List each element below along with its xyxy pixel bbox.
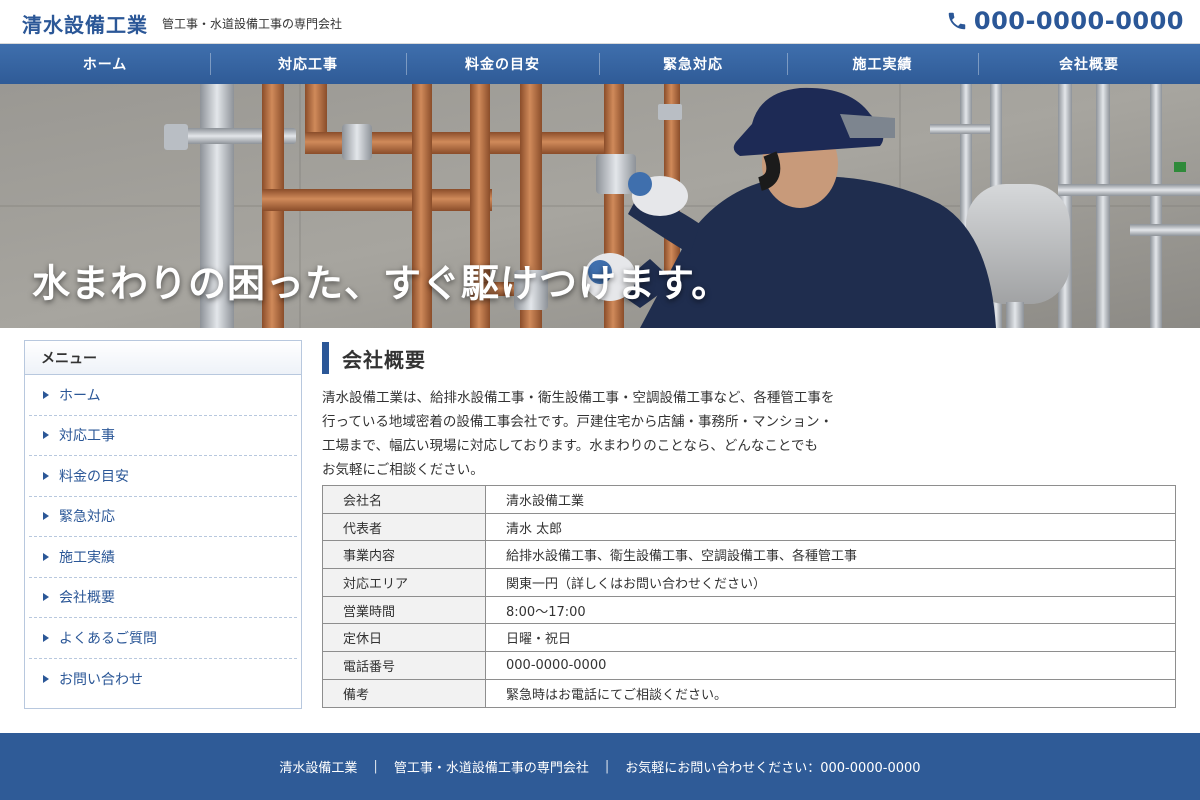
sidebar-menu: メニュー ホーム 対応工事 料金の目安 緊急対応 施工実績 会社概要 よくあるご… <box>24 340 302 709</box>
sidebar-item-pricing[interactable]: 料金の目安 <box>29 456 297 497</box>
header-phone-number[interactable]: 000-0000-0000 <box>974 7 1184 35</box>
sidebar-item-services[interactable]: 対応工事 <box>29 416 297 456</box>
table-value: 緊急時はお電話にてご相談ください。 <box>485 678 1176 708</box>
table-label: 営業時間 <box>322 595 486 625</box>
nav-item-pricing[interactable]: 料金の目安 <box>406 44 599 84</box>
intro-line: 工場まで、幅広い現場に対応しております。水まわりのことなら、どんなことでも <box>322 438 818 454</box>
sidebar-item-emergency[interactable]: 緊急対応 <box>29 497 297 537</box>
triangle-right-icon <box>43 431 49 440</box>
intro-line: 行っている地域密着の設備工事会社です。戸建住宅から店舗・事務所・マンション・ <box>322 414 833 430</box>
phone-icon <box>948 12 966 30</box>
sidebar-list: ホーム 対応工事 料金の目安 緊急対応 施工実績 会社概要 よくあるご質問 お問… <box>25 375 301 699</box>
hero-banner: 水まわりの困った、すぐ駆けつけます。 <box>0 84 1200 328</box>
sidebar-item-company[interactable]: 会社概要 <box>29 578 297 618</box>
table-row: 備考 緊急時はお電話にてご相談ください。 <box>322 678 1176 708</box>
sidebar-item-home[interactable]: ホーム <box>29 375 297 416</box>
footer-divider: | <box>373 759 378 774</box>
table-row: 電話番号 000-0000-0000 <box>322 651 1176 680</box>
sidebar-item-label: 対応工事 <box>59 428 115 445</box>
company-info-table: 会社名 清水設備工業 代表者 清水 太郎 事業内容 給排水設備工事、衛生設備工事、空調… <box>322 485 1176 708</box>
footer-tagline: 管工事・水道設備工事の専門会社 <box>393 761 589 776</box>
table-value: 清水 太郎 <box>485 512 1176 542</box>
nav-item-emergency[interactable]: 緊急対応 <box>599 44 787 84</box>
footer-contact[interactable]: お気軽にお問い合わせください：000-0000-0000 <box>625 757 920 776</box>
triangle-right-icon <box>43 471 49 480</box>
table-row: 対応エリア 関東一円（詳しくはお問い合わせください） <box>322 568 1176 597</box>
header-phone[interactable]: 000-0000-0000 <box>946 6 1184 36</box>
table-value-phone[interactable]: 000-0000-0000 <box>485 651 1176 680</box>
site-header: 清水設備工業 管工事・水道設備工事の専門会社 000-0000-0000 <box>0 0 1200 44</box>
triangle-right-icon <box>43 512 49 521</box>
sidebar-item-label: ホーム <box>59 387 101 404</box>
table-value: 日曜・祝日 <box>485 623 1176 653</box>
sidebar-item-label: 会社概要 <box>59 590 115 607</box>
sidebar-item-faq[interactable]: よくあるご質問 <box>29 618 297 659</box>
triangle-right-icon <box>43 593 49 602</box>
site-logo[interactable]: 清水設備工業 <box>22 9 148 38</box>
triangle-right-icon <box>43 552 49 561</box>
table-label: 対応エリア <box>322 568 486 597</box>
table-label: 定休日 <box>322 623 486 653</box>
nav-item-home[interactable]: ホーム <box>0 44 210 84</box>
sidebar-title: メニュー <box>25 341 301 375</box>
main-content: 会社概要 清水設備工業は、給排水設備工事・衛生設備工事・空調設備工事など、各種管… <box>322 340 1176 708</box>
nav-item-company[interactable]: 会社概要 <box>978 44 1200 84</box>
section-title: 会社概要 <box>322 340 1176 376</box>
table-value: 清水設備工業 <box>485 485 1176 514</box>
site-tagline: 管工事・水道設備工事の専門会社 <box>162 17 343 31</box>
nav-item-works[interactable]: 施工実績 <box>787 44 978 84</box>
table-label: 会社名 <box>322 485 486 514</box>
footer-divider: | <box>604 759 610 774</box>
triangle-right-icon <box>43 390 49 399</box>
sidebar-item-contact[interactable]: お問い合わせ <box>29 659 297 700</box>
global-nav: ホーム 対応工事 料金の目安 緊急対応 施工実績 会社概要 <box>0 44 1200 84</box>
table-value: 給排水設備工事、衛生設備工事、空調設備工事、各種管工事 <box>485 540 1176 570</box>
table-label: 事業内容 <box>322 540 486 570</box>
intro-line: 清水設備工業は、給排水設備工事・衛生設備工事・空調設備工事など、各種管工事を <box>322 390 835 406</box>
table-row: 定休日 日曜・祝日 <box>322 623 1176 653</box>
table-label: 備考 <box>322 678 486 708</box>
table-label: 代表者 <box>322 512 486 542</box>
sidebar-item-label: 緊急対応 <box>59 509 115 526</box>
table-label: 電話番号 <box>322 651 486 680</box>
table-value: 関東一円（詳しくはお問い合わせください） <box>485 568 1176 597</box>
sidebar-item-label: お問い合わせ <box>59 671 143 688</box>
table-row: 営業時間 8:00〜17:00 <box>322 595 1176 625</box>
sidebar-item-label: 施工実績 <box>59 549 115 566</box>
sidebar-item-works[interactable]: 施工実績 <box>29 537 297 578</box>
triangle-right-icon <box>43 633 49 642</box>
table-row: 事業内容 給排水設備工事、衛生設備工事、空調設備工事、各種管工事 <box>322 540 1176 570</box>
company-intro: 清水設備工業は、給排水設備工事・衛生設備工事・空調設備工事など、各種管工事を 行… <box>322 386 922 482</box>
intro-line: お気軽にご相談ください。 <box>322 462 484 478</box>
site-footer: 清水設備工業 | 管工事・水道設備工事の専門会社 | お気軽にお問い合わせくださ… <box>0 733 1200 800</box>
hero-title: 水まわりの困った、すぐ駆けつけます。 <box>32 261 731 306</box>
nav-item-services[interactable]: 対応工事 <box>210 44 406 84</box>
triangle-right-icon <box>43 674 49 683</box>
sidebar-item-label: 料金の目安 <box>59 468 129 485</box>
table-value: 8:00〜17:00 <box>485 595 1176 625</box>
footer-company: 清水設備工業 <box>279 761 358 776</box>
sidebar-item-label: よくあるご質問 <box>59 630 157 647</box>
table-row: 代表者 清水 太郎 <box>322 512 1176 542</box>
table-row: 会社名 清水設備工業 <box>322 485 1176 514</box>
